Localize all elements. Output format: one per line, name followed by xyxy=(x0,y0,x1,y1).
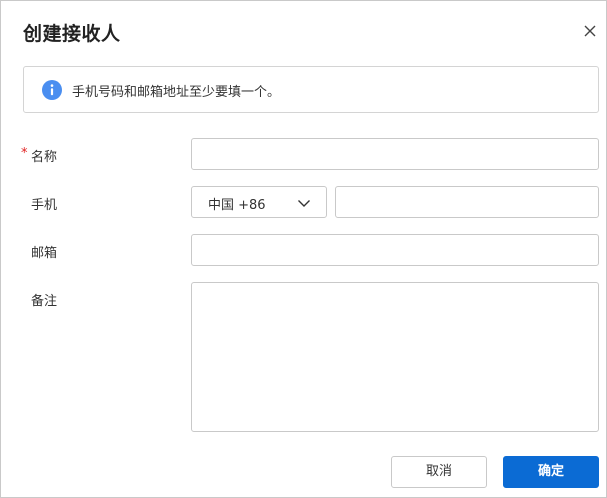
notice-text: 手机号码和邮箱地址至少要填一个。 xyxy=(72,85,281,100)
phone-input[interactable] xyxy=(335,186,599,218)
remark-label: 备注 xyxy=(31,294,58,309)
cancel-button[interactable]: 取消 xyxy=(391,456,487,488)
remark-textarea[interactable] xyxy=(191,282,599,432)
dialog-title: 创建接收人 xyxy=(23,23,121,45)
required-mark: * xyxy=(21,146,28,161)
close-icon[interactable] xyxy=(580,21,600,41)
country-code-value: 中国 +86 xyxy=(208,198,266,213)
name-input[interactable] xyxy=(191,138,599,170)
info-notice: 手机号码和邮箱地址至少要填一个。 xyxy=(23,66,599,113)
email-input[interactable] xyxy=(191,234,599,266)
name-label: 名称 xyxy=(31,150,58,165)
phone-label: 手机 xyxy=(31,198,58,213)
confirm-button[interactable]: 确定 xyxy=(503,456,599,488)
info-icon xyxy=(42,80,62,100)
chevron-down-icon xyxy=(296,195,312,211)
country-code-select[interactable]: 中国 +86 xyxy=(191,186,327,218)
email-label: 邮箱 xyxy=(31,246,58,261)
create-recipient-dialog: 创建接收人 手机号码和邮箱地址至少要填一个。 * 名称 手机 中国 +86 邮箱… xyxy=(0,0,607,498)
